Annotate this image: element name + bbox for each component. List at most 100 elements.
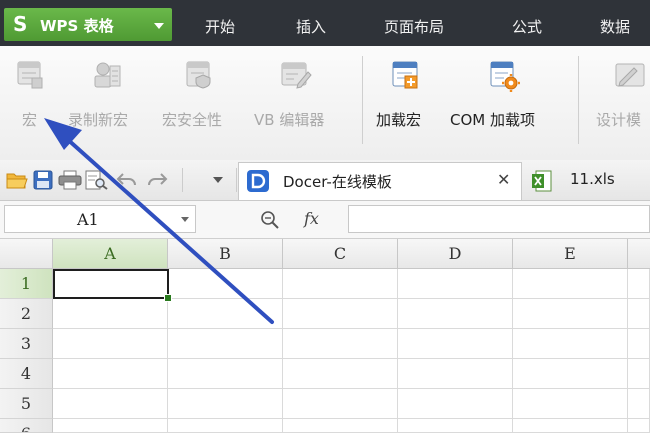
cell-f2[interactable] <box>628 299 650 329</box>
row-header-5[interactable]: 5 <box>0 389 53 419</box>
com-addin-icon <box>490 61 520 92</box>
cell-c3[interactable] <box>283 329 398 359</box>
cell-f3[interactable] <box>628 329 650 359</box>
active-cell-a1[interactable] <box>53 269 169 299</box>
ribbon-divider <box>578 56 579 144</box>
macro-label: 宏 <box>22 111 38 129</box>
name-box[interactable]: A1 <box>4 205 196 233</box>
ribbon-developer: 宏 录制新宏 宏安全性 VB 编辑器 加载宏 COM 加载项 设计模 <box>0 46 650 161</box>
cell-e2[interactable] <box>513 299 628 329</box>
macro-security-icon <box>186 61 211 89</box>
name-box-value: A1 <box>77 210 99 229</box>
excel-file-icon <box>532 170 552 192</box>
tab-insert[interactable]: 插入 <box>296 16 326 37</box>
design-mode-icon <box>615 63 645 87</box>
open-folder-icon[interactable] <box>6 170 28 190</box>
cell-a2[interactable] <box>53 299 168 329</box>
cell-b6[interactable] <box>168 419 283 433</box>
cell-d1[interactable] <box>398 269 513 299</box>
cell-f4[interactable] <box>628 359 650 389</box>
print-preview-icon[interactable] <box>84 170 108 190</box>
app-menu-button[interactable]: S WPS 表格 <box>4 8 172 41</box>
zoom-search-icon[interactable] <box>260 210 282 230</box>
customize-dropdown-icon[interactable] <box>212 176 224 184</box>
chevron-down-icon[interactable] <box>181 217 189 222</box>
column-header-b[interactable]: B <box>168 239 283 269</box>
redo-icon[interactable] <box>146 170 168 190</box>
cell-a6[interactable] <box>53 419 168 433</box>
save-icon[interactable] <box>32 170 54 190</box>
formula-bar: A1 fx <box>0 201 650 239</box>
com-addin-button[interactable]: COM 加载项 <box>448 60 566 150</box>
app-title: WPS 表格 <box>40 17 114 35</box>
tab-start[interactable]: 开始 <box>205 16 235 37</box>
cell-f6[interactable] <box>628 419 650 433</box>
cell-b4[interactable] <box>168 359 283 389</box>
cell-d3[interactable] <box>398 329 513 359</box>
row-header-3[interactable]: 3 <box>0 329 53 359</box>
load-macro-button[interactable]: 加载宏 <box>372 60 438 150</box>
vb-editor-button[interactable]: VB 编辑器 <box>252 60 348 150</box>
cell-c2[interactable] <box>283 299 398 329</box>
cell-e1[interactable] <box>513 269 628 299</box>
cell-c4[interactable] <box>283 359 398 389</box>
cell-d5[interactable] <box>398 389 513 419</box>
load-macro-icon <box>392 61 418 89</box>
tab-formula[interactable]: 公式 <box>512 16 542 37</box>
docer-icon <box>247 170 269 192</box>
com-addin-label: COM 加载项 <box>450 111 535 129</box>
cell-a5[interactable] <box>53 389 168 419</box>
cell-c1[interactable] <box>283 269 398 299</box>
vb-editor-label: VB 编辑器 <box>254 111 325 129</box>
tab-docer-label: Docer-在线模板 <box>283 173 392 191</box>
fill-handle[interactable] <box>164 294 172 302</box>
row-header-2[interactable]: 2 <box>0 299 53 329</box>
record-macro-button[interactable]: 录制新宏 <box>66 60 150 150</box>
cell-e5[interactable] <box>513 389 628 419</box>
cell-d2[interactable] <box>398 299 513 329</box>
record-macro-icon <box>94 62 121 88</box>
cell-a3[interactable] <box>53 329 168 359</box>
cell-e3[interactable] <box>513 329 628 359</box>
column-header-e[interactable]: E <box>513 239 628 269</box>
formula-input[interactable] <box>348 205 650 233</box>
cell-f5[interactable] <box>628 389 650 419</box>
row-header-1[interactable]: 1 <box>0 269 53 299</box>
macro-security-label: 宏安全性 <box>162 111 223 129</box>
cell-e4[interactable] <box>513 359 628 389</box>
column-header-a[interactable]: A <box>53 239 168 269</box>
cell-e6[interactable] <box>513 419 628 433</box>
cell-b3[interactable] <box>168 329 283 359</box>
column-header-f[interactable] <box>628 239 650 269</box>
row-header-4[interactable]: 4 <box>0 359 53 389</box>
tab-data[interactable]: 数据 <box>600 16 630 37</box>
select-all-corner[interactable] <box>0 239 53 269</box>
macro-security-button[interactable]: 宏安全性 <box>160 60 244 150</box>
cell-d6[interactable] <box>398 419 513 433</box>
cell-d4[interactable] <box>398 359 513 389</box>
cell-a4[interactable] <box>53 359 168 389</box>
design-mode-button[interactable]: 设计模 <box>594 60 650 150</box>
cell-c5[interactable] <box>283 389 398 419</box>
column-header-c[interactable]: C <box>283 239 398 269</box>
wps-logo-icon: S <box>13 12 28 36</box>
cell-f1[interactable] <box>628 269 650 299</box>
column-header-d[interactable]: D <box>398 239 513 269</box>
row-header-6[interactable]: 6 <box>0 419 53 433</box>
chevron-down-icon <box>154 23 164 29</box>
toolbar-divider <box>182 168 183 192</box>
print-icon[interactable] <box>58 170 82 190</box>
tab-11-xls[interactable]: 11.xls <box>528 162 650 200</box>
tab-docer-templates[interactable]: Docer-在线模板 ✕ <box>238 162 522 200</box>
insert-function-button[interactable]: fx <box>304 209 319 228</box>
cell-b1[interactable] <box>168 269 283 299</box>
macro-button[interactable]: 宏 <box>6 60 54 150</box>
cell-b2[interactable] <box>168 299 283 329</box>
tab-page-layout[interactable]: 页面布局 <box>384 16 444 37</box>
close-icon[interactable]: ✕ <box>497 170 510 189</box>
spreadsheet-grid: A B C D E 1 2 3 4 5 6 <box>0 239 650 433</box>
quick-access-toolbar: Docer-在线模板 ✕ 11.xls <box>0 160 650 201</box>
cell-c6[interactable] <box>283 419 398 433</box>
undo-icon[interactable] <box>116 170 138 190</box>
cell-b5[interactable] <box>168 389 283 419</box>
